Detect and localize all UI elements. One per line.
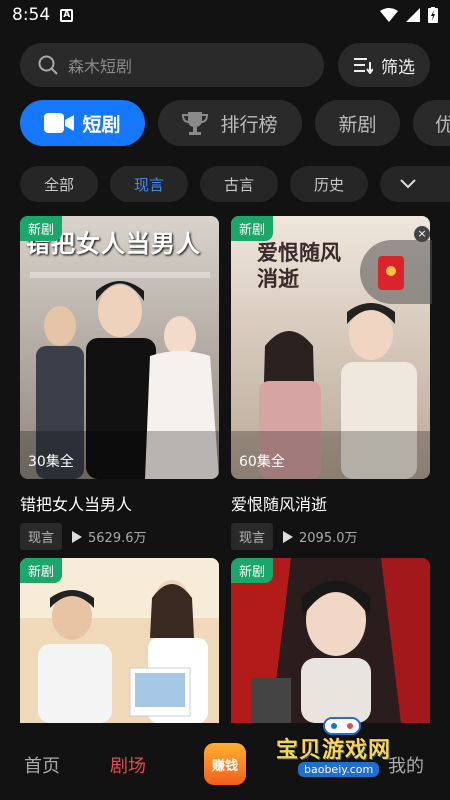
new-badge: 新剧 xyxy=(231,558,274,583)
watermark-text: 宝贝游戏网 xyxy=(276,738,392,763)
chip-ancient[interactable]: 古言 xyxy=(200,166,278,202)
poster-image[interactable]: 错把女人当男人 新剧 30集全 xyxy=(20,216,219,479)
play-count: 2095.0万 xyxy=(283,527,358,546)
drama-title[interactable]: 爱恨随风消逝 xyxy=(231,491,430,515)
tab-label: 新剧 xyxy=(338,113,377,136)
tab-label: 短剧 xyxy=(82,113,121,136)
episode-count: 60集全 xyxy=(239,454,285,470)
chip-modern[interactable]: 现言 xyxy=(110,166,188,202)
drama-meta: 现言 5629.6万 xyxy=(20,523,219,550)
new-badge: 新剧 xyxy=(20,558,63,583)
new-badge: 新剧 xyxy=(20,216,63,241)
tab-ranking[interactable]: 排行榜 xyxy=(158,100,302,146)
notification-a-icon: A xyxy=(60,8,74,22)
chip-all[interactable]: 全部 xyxy=(20,166,98,202)
genre-chips: 全部 现言 古言 历史 xyxy=(0,166,450,204)
search-icon xyxy=(38,55,58,75)
drama-card[interactable]: 新剧 xyxy=(231,558,430,723)
drama-title[interactable]: 错把女人当男人 xyxy=(20,491,219,515)
play-count-value: 2095.0万 xyxy=(299,531,358,546)
status-time: 8:54 xyxy=(12,5,51,25)
tab-more[interactable]: 优 xyxy=(413,100,450,146)
close-icon[interactable]: × xyxy=(414,226,430,242)
tab-label: 排行榜 xyxy=(220,113,278,136)
chip-label: 历史 xyxy=(313,175,344,194)
nav-home[interactable]: 首页 xyxy=(24,752,60,778)
watermark: 宝贝游戏网 baobeiy.com xyxy=(270,717,450,782)
play-icon xyxy=(283,530,294,543)
tab-short-drama[interactable]: 短剧 xyxy=(20,100,145,146)
filter-button[interactable]: 筛选 xyxy=(338,43,430,87)
status-bar: 8:54 A xyxy=(0,0,450,30)
new-badge: 新剧 xyxy=(231,216,274,241)
earn-label: 赚钱 xyxy=(211,758,238,774)
chip-label: 现言 xyxy=(133,175,164,194)
poster-image[interactable]: 新剧 xyxy=(231,558,430,723)
nav-theater[interactable]: 剧场 xyxy=(110,752,146,778)
drama-card[interactable]: 新剧 xyxy=(20,558,219,723)
trophy-icon xyxy=(182,112,209,135)
wifi-icon xyxy=(380,8,398,22)
nav-earn-button[interactable]: 赚钱 xyxy=(204,743,246,785)
filter-label: 筛选 xyxy=(381,57,415,78)
chip-label: 古言 xyxy=(223,175,254,194)
episode-count: 30集全 xyxy=(28,454,74,470)
genre-tag: 现言 xyxy=(20,523,63,550)
video-camera-icon xyxy=(44,113,75,133)
chip-label: 全部 xyxy=(43,175,74,194)
category-tabs: 短剧 排行榜 新剧 优 xyxy=(0,100,450,148)
expand-chips-button[interactable] xyxy=(380,166,450,202)
poster-image[interactable]: 新剧 xyxy=(20,558,219,723)
watermark-url: baobeiy.com xyxy=(298,762,380,777)
play-count-value: 5629.6万 xyxy=(88,531,147,546)
tab-label: 优 xyxy=(435,113,450,136)
drama-meta: 现言 2095.0万 xyxy=(231,523,430,550)
tab-new-drama[interactable]: 新剧 xyxy=(315,100,400,146)
drama-card[interactable]: 错把女人当男人 新剧 30集全 错把女人当男人 现言 5629.6万 xyxy=(20,216,219,550)
chip-history[interactable]: 历史 xyxy=(290,166,368,202)
red-packet-float[interactable]: × xyxy=(360,226,432,304)
search-bar[interactable]: 森木短剧 xyxy=(20,43,324,87)
status-icons xyxy=(380,7,438,23)
search-placeholder: 森木短剧 xyxy=(68,57,133,76)
chevron-down-icon xyxy=(400,179,416,189)
battery-icon xyxy=(428,7,438,23)
red-envelope-icon xyxy=(378,256,404,290)
filter-icon xyxy=(354,58,373,74)
genre-tag: 现言 xyxy=(231,523,274,550)
poster-title-text: 爱恨随风消逝 xyxy=(257,240,341,291)
signal-icon xyxy=(406,8,420,22)
play-count: 5629.6万 xyxy=(72,527,147,546)
play-icon xyxy=(72,530,83,543)
